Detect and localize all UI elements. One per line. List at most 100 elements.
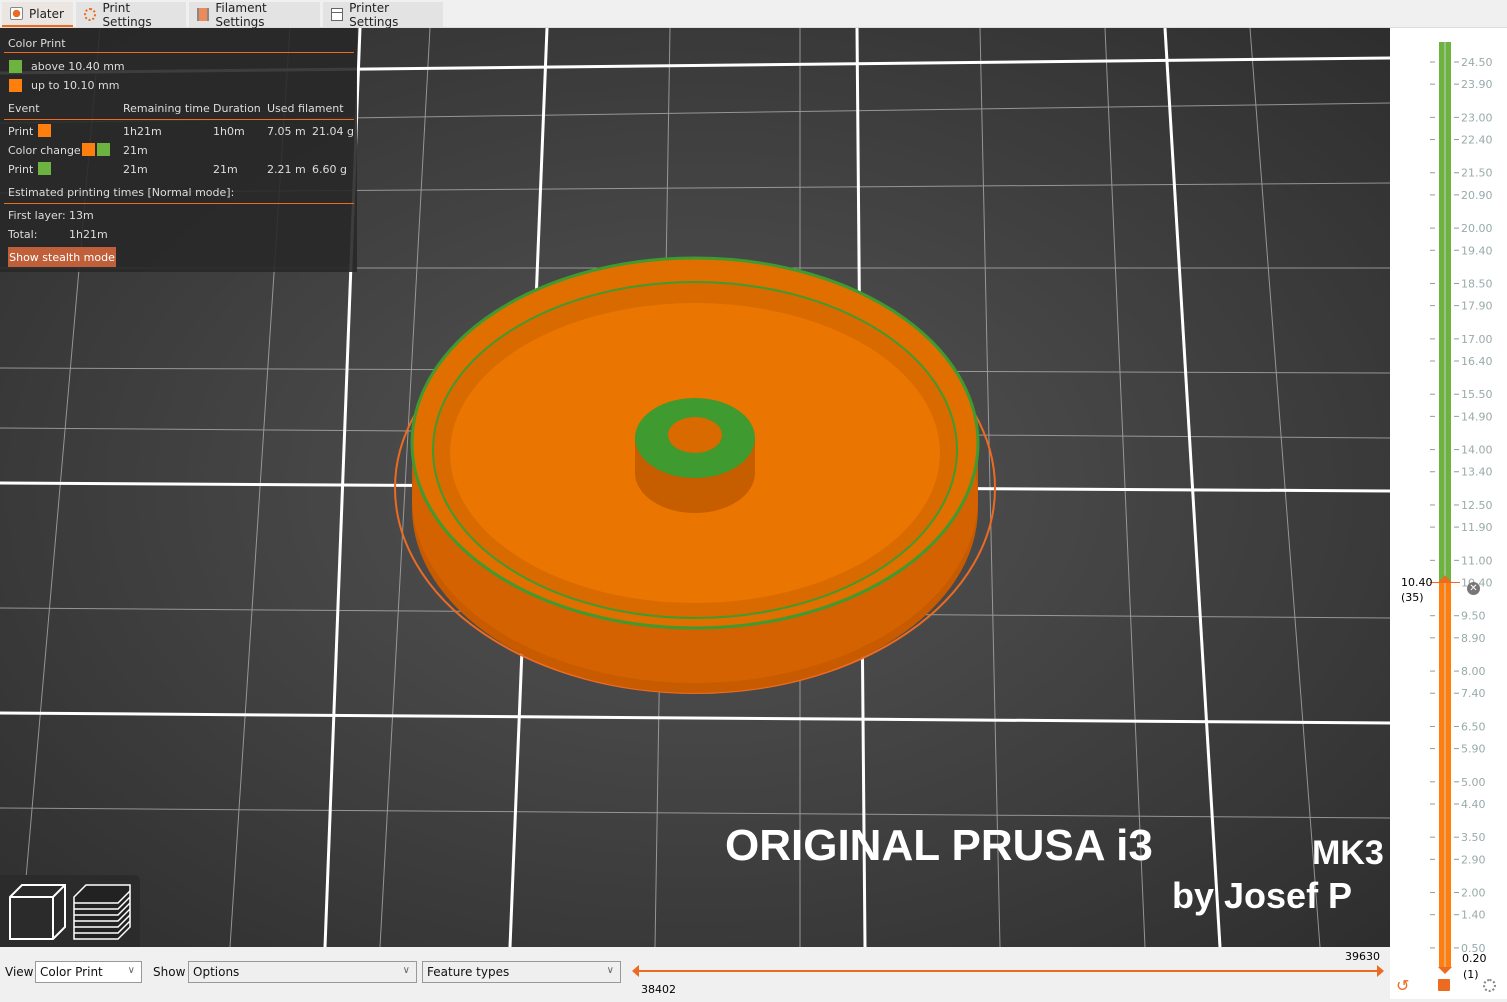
printer-icon xyxy=(331,8,344,21)
slider-tick-label: 8.00 xyxy=(1461,665,1486,678)
tab-plater[interactable]: Plater xyxy=(2,2,73,27)
upper-thumb-value: 10.40 xyxy=(1401,576,1433,589)
slider-tick-label: 17.90 xyxy=(1461,300,1493,313)
h-slider-min-value: 38402 xyxy=(641,983,676,996)
color-swatch-orange xyxy=(9,79,22,92)
show-stealth-mode-button[interactable]: Show stealth mode xyxy=(8,247,116,267)
slider-tick-label: 22.40 xyxy=(1461,134,1493,147)
slider-tick-label: 2.00 xyxy=(1461,887,1486,900)
slider-tick-label: 6.50 xyxy=(1461,720,1486,733)
slider-tick-label: 20.00 xyxy=(1461,222,1493,235)
filament-weight: 21.04 g xyxy=(312,125,354,138)
slider-tick-label: 14.00 xyxy=(1461,444,1493,457)
duration: 1h0m xyxy=(213,125,245,138)
total-label: Total: xyxy=(8,228,38,241)
settings-cog-icon[interactable] xyxy=(1483,979,1496,992)
slider-tick-label: 18.50 xyxy=(1461,277,1493,290)
slider-tick-label: 12.50 xyxy=(1461,499,1493,512)
lower-thumb xyxy=(1438,967,1452,974)
h-slider-max-value: 39630 xyxy=(1345,950,1380,963)
slider-tick-label: 16.40 xyxy=(1461,355,1493,368)
total-value: 1h21m xyxy=(69,228,108,241)
tab-filament-settings[interactable]: Filament Settings xyxy=(189,1,320,29)
tab-print-settings[interactable]: Print Settings xyxy=(76,1,186,29)
3d-view-icon[interactable] xyxy=(9,884,66,940)
feature-types-select[interactable]: Feature types ∨ xyxy=(422,961,621,983)
slider-tick-label: 11.00 xyxy=(1461,554,1493,567)
divider xyxy=(4,119,354,120)
color-swatch-green xyxy=(9,60,22,73)
filament-length: 7.05 m xyxy=(267,125,306,138)
slider-tick-label: 9.50 xyxy=(1461,610,1486,623)
revert-icon[interactable]: ↺ xyxy=(1396,976,1409,995)
show-label: Show xyxy=(153,965,186,979)
lower-thumb[interactable] xyxy=(632,965,639,977)
slider-tick-label: 15.50 xyxy=(1461,388,1493,401)
view-select[interactable]: Color Print ∨ xyxy=(35,961,142,983)
estimated-times-label: Estimated printing times [Normal mode]: xyxy=(8,186,235,199)
color-swatch-green xyxy=(38,162,51,175)
show-options-select[interactable]: Options ∨ xyxy=(188,961,417,983)
header-remaining: Remaining time xyxy=(123,102,210,115)
slider-tick-label: 20.90 xyxy=(1461,189,1493,202)
tab-printer-settings[interactable]: Printer Settings xyxy=(323,1,443,29)
slider-tick-label: 8.90 xyxy=(1461,632,1486,645)
divider xyxy=(4,203,354,204)
header-duration: Duration xyxy=(213,102,261,115)
event-label: Print xyxy=(8,125,34,138)
color-swatch-orange xyxy=(38,124,51,137)
view-toggle-panel xyxy=(0,875,140,947)
first-layer-label: First layer: xyxy=(8,209,66,222)
gear-icon xyxy=(84,8,97,21)
divider xyxy=(4,52,354,53)
slider-tick-label: 24.50 xyxy=(1461,56,1493,69)
show-select-value: Options xyxy=(193,965,240,979)
discard-color-change-icon[interactable]: ✕ xyxy=(1467,582,1480,595)
header-used-filament: Used filament xyxy=(267,102,344,115)
slider-tick-label: 3.50 xyxy=(1461,831,1486,844)
color-swatch-orange xyxy=(82,143,95,156)
layers-view-icon[interactable] xyxy=(73,884,131,940)
chevron-down-icon: ∨ xyxy=(606,965,614,976)
remaining-time: 21m xyxy=(123,163,148,176)
first-layer-value: 13m xyxy=(69,209,94,222)
header-event: Event xyxy=(8,102,40,115)
slider-tick-label: 4.40 xyxy=(1461,798,1486,811)
upper-thumb[interactable] xyxy=(1377,965,1384,977)
lower-thumb-layer: (1) xyxy=(1463,968,1479,981)
slider-tick-label: 17.00 xyxy=(1461,333,1493,346)
remaining-time: 21m xyxy=(123,144,148,157)
bed-logo-byline: by Josef P xyxy=(1172,875,1352,916)
vertical-layer-slider[interactable]: 24.50 23.90 23.00 22.40 21.50 20.90 20.00 19.40… xyxy=(1390,28,1507,999)
view-label: View xyxy=(5,965,34,979)
slider-tick-label: 2.90 xyxy=(1461,853,1486,866)
lower-thumb-value: 0.20 xyxy=(1462,952,1487,965)
slider-tick-label: 19.40 xyxy=(1461,244,1493,257)
vertical-layer-slider-panel: 24.50 23.90 23.00 22.40 21.50 20.90 20.00 19.40… xyxy=(1390,28,1507,999)
slider-tick-label: 21.50 xyxy=(1461,167,1493,180)
sliced-model xyxy=(394,256,996,694)
bottom-toolbar: View Color Print ∨ Show Options ∨ Feature … xyxy=(0,947,1390,999)
remaining-time: 1h21m xyxy=(123,125,162,138)
color-print-legend: Color Print above 10.40 mm up to 10.10 m… xyxy=(0,28,357,272)
feature-select-value: Feature types xyxy=(427,965,510,979)
chevron-down-icon: ∨ xyxy=(127,965,135,976)
tab-bar: Plater Print Settings Filament Settings … xyxy=(0,0,1507,29)
bed-logo-model: MK3 xyxy=(1312,834,1384,872)
duration: 21m xyxy=(213,163,238,176)
slider-tick-label: 14.90 xyxy=(1461,410,1493,423)
range-label: up to 10.10 mm xyxy=(31,79,120,92)
filament-length: 2.21 m xyxy=(267,163,306,176)
slider-tick-label: 13.40 xyxy=(1461,466,1493,479)
slider-tick-label: 5.00 xyxy=(1461,776,1486,789)
horizontal-move-slider[interactable] xyxy=(630,963,1385,979)
unlock-icon[interactable] xyxy=(1438,979,1450,991)
slider-tick-label: 11.90 xyxy=(1461,521,1493,534)
bed-logo-text: ORIGINAL PRUSA i3 xyxy=(725,821,1153,870)
slider-tick-label: 7.40 xyxy=(1461,687,1486,700)
slider-tick-label: 1.40 xyxy=(1461,909,1486,922)
color-swatch-green xyxy=(97,143,110,156)
filament-icon xyxy=(197,8,210,21)
range-label: above 10.40 mm xyxy=(31,60,125,73)
upper-thumb-layer: (35) xyxy=(1401,591,1424,604)
